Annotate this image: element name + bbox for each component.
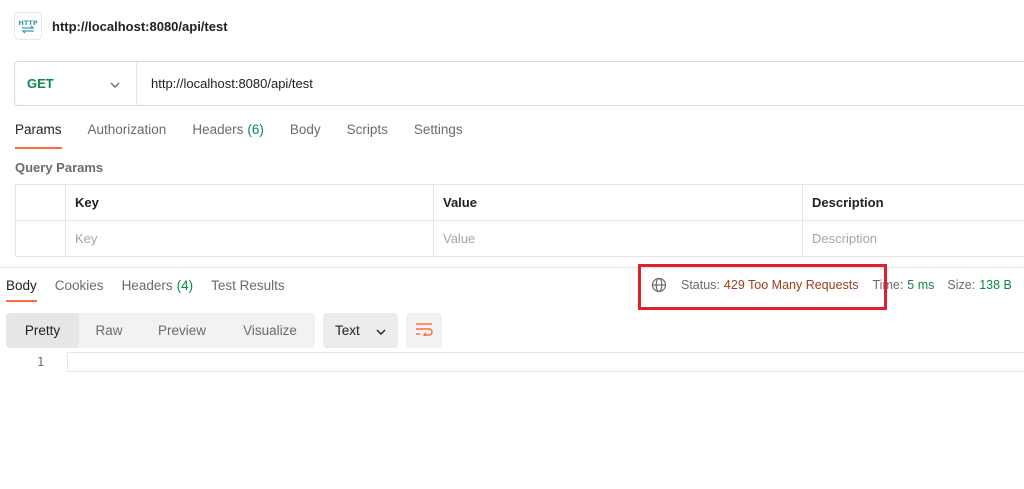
tab-authorization-label: Authorization bbox=[87, 122, 167, 137]
response-status-row: Status: 429 Too Many Requests Time: 5 ms… bbox=[651, 277, 1012, 293]
tab-settings[interactable]: Settings bbox=[414, 122, 463, 149]
tab-params[interactable]: Params bbox=[15, 122, 62, 149]
raw-button[interactable]: Raw bbox=[79, 313, 139, 348]
tab-response-body[interactable]: Body bbox=[6, 278, 37, 302]
description-column-header: Description bbox=[802, 184, 1024, 221]
query-params-title: Query Params bbox=[15, 160, 104, 175]
tab-response-body-label: Body bbox=[6, 278, 37, 293]
request-tabs: Params Authorization Headers (6) Body Scr… bbox=[15, 122, 463, 149]
wrap-lines-icon bbox=[415, 322, 433, 339]
value-column-header: Value bbox=[433, 184, 803, 221]
tab-response-headers[interactable]: Headers (4) bbox=[122, 278, 194, 302]
query-params-table: Key Value Description Key Value Descript… bbox=[15, 184, 1024, 257]
table-row: Key Value Description bbox=[15, 220, 1024, 257]
tab-body[interactable]: Body bbox=[290, 122, 321, 149]
body-type-select[interactable]: Text bbox=[323, 313, 398, 348]
preview-button[interactable]: Preview bbox=[139, 313, 225, 348]
tab-cookies-label: Cookies bbox=[54, 278, 104, 293]
key-input[interactable]: Key bbox=[65, 220, 434, 257]
tab-response-headers-label: Headers bbox=[121, 278, 173, 293]
size-value[interactable]: 138 B bbox=[979, 278, 1012, 292]
pretty-button[interactable]: Pretty bbox=[6, 313, 79, 348]
chevron-down-icon bbox=[110, 76, 120, 91]
table-header-row: Key Value Description bbox=[15, 184, 1024, 221]
pane-divider[interactable] bbox=[0, 267, 1024, 268]
checkbox-column-header bbox=[15, 184, 66, 221]
tab-scripts[interactable]: Scripts bbox=[347, 122, 388, 149]
tab-params-label: Params bbox=[15, 122, 62, 137]
request-title[interactable]: http://localhost:8080/api/test bbox=[52, 19, 228, 34]
time-value[interactable]: 5 ms bbox=[907, 278, 934, 292]
tab-body-label: Body bbox=[289, 122, 321, 137]
globe-icon[interactable] bbox=[651, 277, 667, 293]
tab-test-results[interactable]: Test Results bbox=[211, 278, 285, 302]
key-column-header: Key bbox=[65, 184, 434, 221]
tab-test-results-label: Test Results bbox=[211, 278, 285, 293]
description-input[interactable]: Description bbox=[802, 220, 1024, 257]
url-bar: GET http://localhost:8080/api/test bbox=[14, 61, 1024, 106]
tab-headers[interactable]: Headers (6) bbox=[192, 122, 264, 149]
editor-line-content[interactable] bbox=[67, 352, 1024, 372]
request-header: HTTP http://localhost:8080/api/test bbox=[14, 12, 228, 40]
line-number: 1 bbox=[37, 355, 45, 369]
tab-headers-count: (6) bbox=[247, 122, 264, 137]
body-type-label: Text bbox=[335, 323, 360, 338]
response-tabs: Body Cookies Headers (4) Test Results bbox=[6, 278, 285, 302]
tab-scripts-label: Scripts bbox=[346, 122, 388, 137]
method-label: GET bbox=[27, 76, 54, 91]
visualize-button[interactable]: Visualize bbox=[225, 313, 315, 348]
svg-text:HTTP: HTTP bbox=[18, 19, 37, 27]
status-label: Status: bbox=[681, 278, 720, 292]
status-value[interactable]: 429 Too Many Requests bbox=[724, 278, 859, 292]
body-format-group: Pretty Raw Preview Visualize bbox=[6, 313, 315, 348]
tab-response-headers-count: (4) bbox=[176, 278, 194, 293]
chevron-down-icon bbox=[376, 323, 386, 338]
row-checkbox-cell bbox=[15, 220, 66, 257]
response-editor: 1 bbox=[0, 352, 1024, 374]
tab-authorization[interactable]: Authorization bbox=[88, 122, 167, 149]
value-input[interactable]: Value bbox=[433, 220, 803, 257]
tab-settings-label: Settings bbox=[413, 122, 463, 137]
tab-cookies[interactable]: Cookies bbox=[55, 278, 104, 302]
wrap-lines-button[interactable] bbox=[406, 313, 442, 348]
time-label: Time: bbox=[872, 278, 904, 292]
url-input[interactable]: http://localhost:8080/api/test bbox=[137, 76, 313, 91]
method-selector[interactable]: GET bbox=[15, 62, 137, 105]
size-label: Size: bbox=[947, 278, 976, 292]
http-file-icon: HTTP bbox=[14, 12, 42, 40]
tab-headers-label: Headers bbox=[192, 122, 244, 137]
